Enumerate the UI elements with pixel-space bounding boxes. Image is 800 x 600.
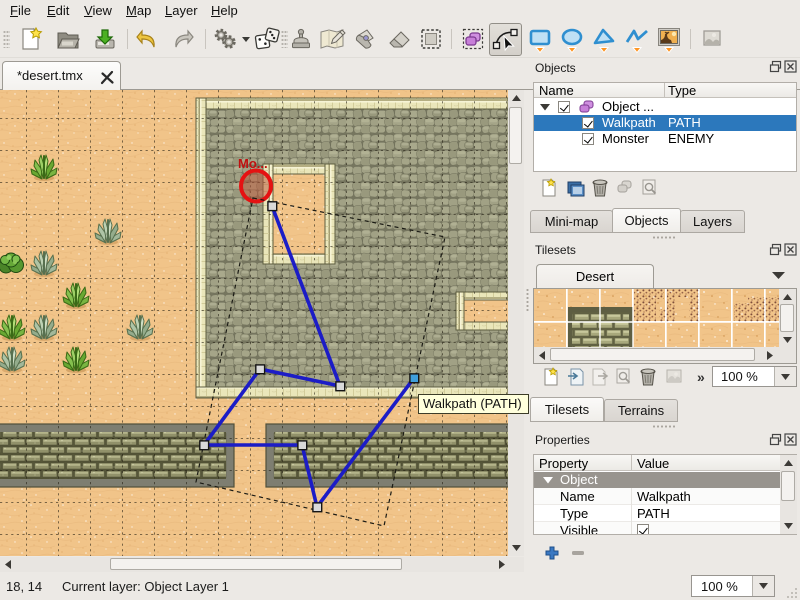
svg-text:Mo...: Mo... xyxy=(238,156,268,171)
